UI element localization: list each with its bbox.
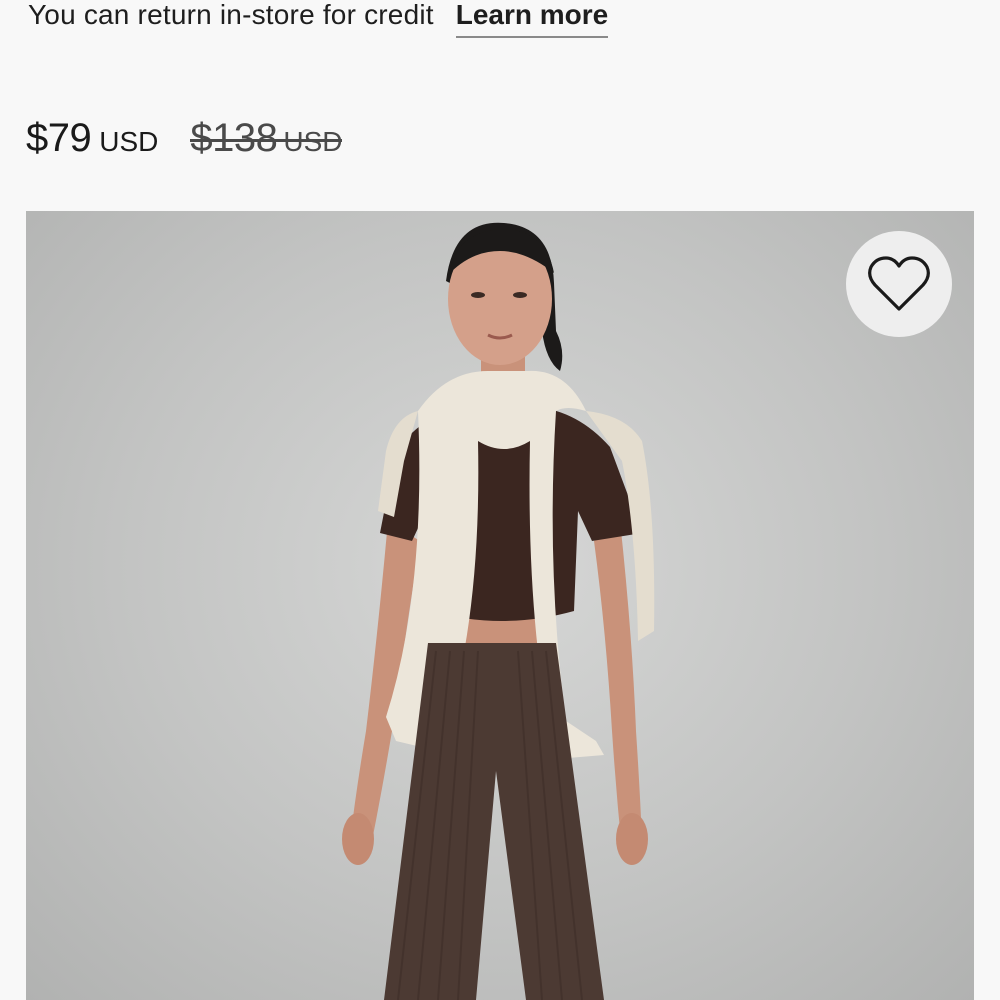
strikethrough-line <box>190 139 343 143</box>
product-image[interactable] <box>26 211 974 1000</box>
return-policy-text: You can return in-store for credit <box>28 0 434 30</box>
original-price: $138 USD <box>190 116 343 161</box>
sale-price: $79 <box>26 116 92 160</box>
model-illustration <box>342 222 655 1000</box>
product-page: You can return in-store for credit Learn… <box>0 0 1000 1000</box>
sale-price-currency: USD <box>99 126 159 157</box>
wishlist-button[interactable] <box>846 231 952 337</box>
price-row: $79 USD $138 USD <box>26 116 343 161</box>
learn-more-link[interactable]: Learn more <box>455 0 609 38</box>
heart-icon <box>868 256 930 311</box>
return-policy-note: You can return in-store for credit Learn… <box>28 0 609 38</box>
